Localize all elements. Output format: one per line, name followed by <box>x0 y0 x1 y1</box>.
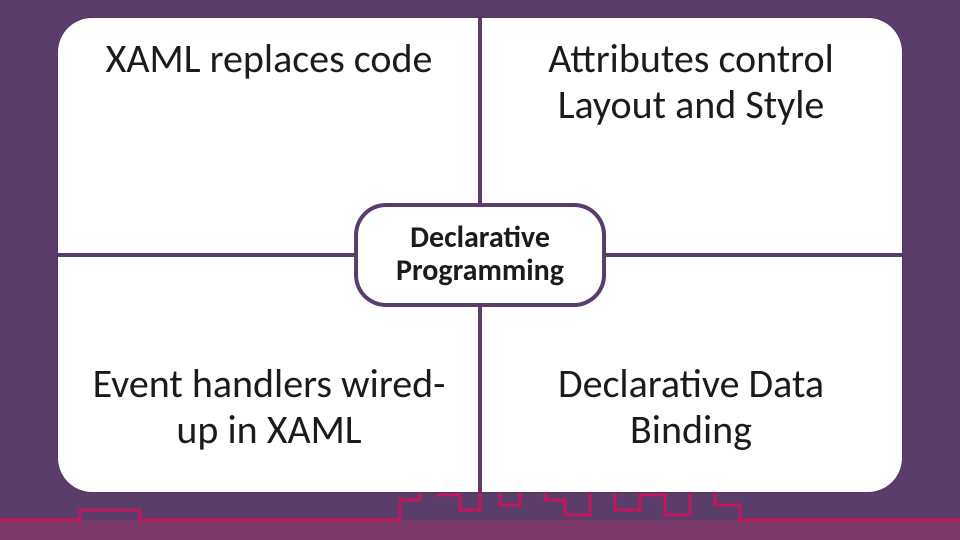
quadrant-top-right-text: Attributes control Layout and Style <box>502 36 880 128</box>
quadrant-bottom-left-text: Event handlers wired-up in XAML <box>80 361 458 453</box>
quad-diagram: XAML replaces code Attributes control La… <box>58 18 902 492</box>
quadrant-bottom-right-text: Declarative Data Binding <box>502 361 880 453</box>
center-topic-text: Declarative Programming <box>396 221 564 287</box>
center-topic: Declarative Programming <box>358 207 602 303</box>
quadrant-top-left-text: XAML replaces code <box>106 36 433 82</box>
